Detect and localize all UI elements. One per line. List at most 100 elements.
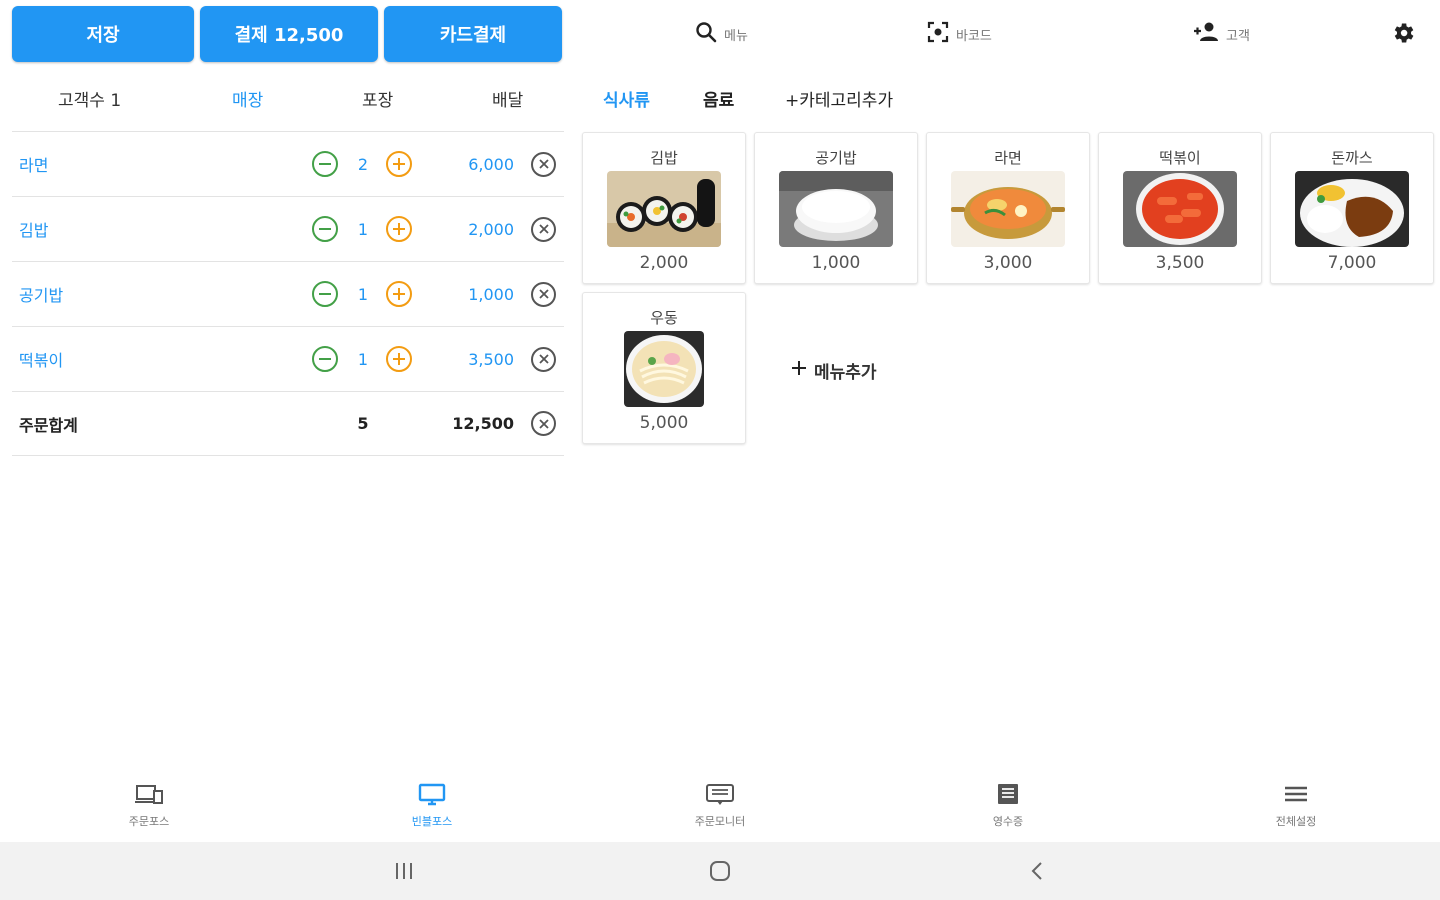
nav-label: 전체설정: [1275, 815, 1317, 828]
card-pay-button[interactable]: 카드결제: [384, 6, 562, 62]
order-item-name[interactable]: 김밥: [19, 217, 48, 241]
menu-name: 떡볶이: [1159, 149, 1201, 167]
remove-circle-icon[interactable]: [531, 151, 556, 177]
add-menu-button[interactable]: 메뉴추가: [790, 358, 877, 383]
system-nav-bar: [0, 842, 1440, 900]
rice-image: [779, 171, 893, 247]
order-item-price: 3,500: [468, 349, 514, 369]
pos-app: 저장 결제 12,500 카드결제 고객수 1 매장 포장 배달 라면 2 6,…: [0, 0, 1440, 900]
menu-name: 김밥: [650, 149, 678, 167]
settings-button[interactable]: [1390, 20, 1416, 50]
customer-label: 고객: [1226, 28, 1250, 44]
order-item-qty: 1: [357, 219, 369, 239]
remove-circle-icon[interactable]: [531, 281, 556, 307]
menu-name: 공기밥: [815, 149, 857, 167]
order-item-name[interactable]: 떡볶이: [19, 347, 63, 371]
udon-image: [624, 331, 704, 407]
order-panel: 저장 결제 12,500 카드결제 고객수 1 매장 포장 배달 라면 2 6,…: [0, 0, 576, 770]
nav-item-table-pos[interactable]: 빈블포스: [372, 782, 492, 829]
order-item-name[interactable]: 라면: [19, 152, 48, 176]
nav-item-receipt[interactable]: 영수증: [948, 782, 1068, 829]
nav-label: 빈블포스: [411, 815, 453, 828]
order-total-price: 12,500: [452, 414, 514, 433]
search-label: 메뉴: [724, 28, 748, 44]
action-buttons: 저장 결제 12,500 카드결제: [12, 6, 562, 62]
order-total-row: 주문합계 5 12,500: [12, 391, 564, 456]
plus-circle-icon[interactable]: [386, 216, 412, 242]
menu-price: 5,000: [639, 413, 689, 433]
nav-item-order-monitor[interactable]: 주문모니터: [660, 782, 780, 829]
tab-dine-in[interactable]: 매장: [232, 86, 263, 111]
order-total-qty: 5: [357, 414, 369, 433]
gear-icon: [1390, 20, 1416, 50]
barcode-label: 바코드: [956, 28, 992, 44]
save-button[interactable]: 저장: [12, 6, 194, 62]
order-item-name[interactable]: 공기밥: [19, 282, 63, 306]
nav-item-settings[interactable]: 전체설정: [1236, 782, 1356, 829]
customer-button[interactable]: 고객: [1192, 20, 1250, 48]
recent-apps-icon[interactable]: [392, 860, 416, 886]
order-row: 떡볶이 1 3,500: [12, 326, 564, 391]
remove-circle-icon[interactable]: [531, 346, 556, 372]
menu-icon: [1281, 782, 1311, 809]
menu-card[interactable]: 떡볶이 3,500: [1098, 132, 1262, 284]
order-row: 라면 2 6,000: [12, 131, 564, 196]
order-item-price: 1,000: [468, 284, 514, 304]
category-tab-meals[interactable]: 식사류: [603, 86, 650, 111]
add-category-button[interactable]: +카테고리추가: [785, 86, 893, 111]
ramen-image: [951, 171, 1065, 247]
nav-label: 주문포스: [128, 815, 170, 828]
order-row: 김밥 1 2,000: [12, 196, 564, 261]
nav-label: 주문모니터: [694, 815, 746, 828]
menu-card[interactable]: 김밥 2,000: [582, 132, 746, 284]
home-icon[interactable]: [708, 860, 732, 886]
plus-circle-icon[interactable]: [386, 151, 412, 177]
order-type-tabs: 고객수 1 매장 포장 배달: [12, 70, 564, 126]
menu-card[interactable]: 돈까스 7,000: [1270, 132, 1434, 284]
plus-circle-icon[interactable]: [386, 281, 412, 307]
order-row: 공기밥 1 1,000: [12, 261, 564, 326]
monitor-icon: [417, 782, 447, 809]
menu-search-button[interactable]: 메뉴: [694, 20, 748, 48]
menu-card[interactable]: 라면 3,000: [926, 132, 1090, 284]
menu-card[interactable]: 우동 5,000: [582, 292, 746, 444]
menu-price: 2,000: [639, 253, 689, 273]
tteokbokki-image: [1123, 171, 1237, 247]
barcode-scan-icon: [926, 20, 950, 48]
pay-button[interactable]: 결제 12,500: [200, 6, 378, 62]
kimbap-image: [607, 171, 721, 247]
menu-card[interactable]: 공기밥 1,000: [754, 132, 918, 284]
devices-icon: [134, 782, 164, 809]
customer-count[interactable]: 고객수 1: [58, 86, 121, 111]
search-icon: [694, 20, 718, 48]
menu-name: 라면: [994, 149, 1022, 167]
menu-price: 3,500: [1155, 253, 1205, 273]
order-item-price: 6,000: [468, 154, 514, 174]
menu-name: 돈까스: [1331, 149, 1373, 167]
order-list: 라면 2 6,000 김밥 1 2,000 공기밥 1 1,000 떡볶이 1 …: [12, 131, 564, 456]
plus-icon: [790, 359, 808, 382]
message-icon: [705, 782, 735, 809]
category-tab-drinks[interactable]: 음료: [703, 86, 734, 111]
menu-name: 우동: [650, 309, 678, 327]
minus-circle-icon[interactable]: [312, 281, 338, 307]
tab-delivery[interactable]: 배달: [492, 86, 523, 111]
remove-circle-icon[interactable]: [531, 216, 556, 242]
order-item-qty: 1: [357, 284, 369, 304]
tab-takeout[interactable]: 포장: [362, 86, 393, 111]
nav-item-order-pos[interactable]: 주문포스: [89, 782, 209, 829]
add-menu-label: 메뉴추가: [814, 363, 877, 383]
order-item-price: 2,000: [468, 219, 514, 239]
add-person-icon: [1192, 20, 1220, 48]
clear-all-icon[interactable]: [531, 411, 556, 436]
minus-circle-icon[interactable]: [312, 151, 338, 177]
donkatsu-image: [1295, 171, 1409, 247]
minus-circle-icon[interactable]: [312, 216, 338, 242]
order-item-qty: 1: [357, 349, 369, 369]
barcode-button[interactable]: 바코드: [926, 20, 992, 48]
plus-circle-icon[interactable]: [386, 346, 412, 372]
minus-circle-icon[interactable]: [312, 346, 338, 372]
bottom-nav: 주문포스 빈블포스 주문모니터 영수증 전체설정: [0, 782, 1440, 840]
back-icon[interactable]: [1026, 860, 1050, 886]
menu-price: 3,000: [983, 253, 1033, 273]
